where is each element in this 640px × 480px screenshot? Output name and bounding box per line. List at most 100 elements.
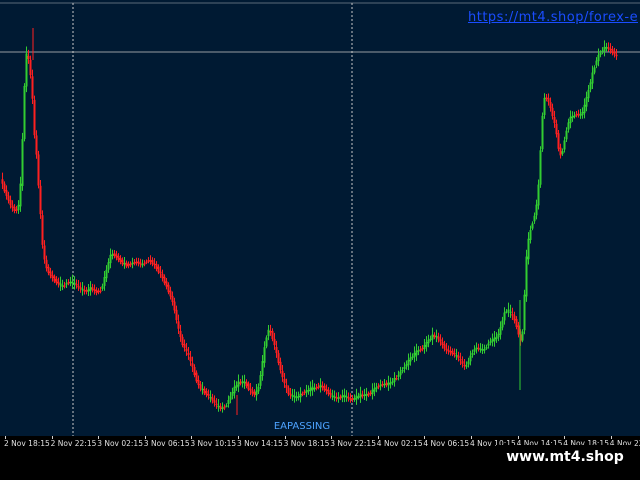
candle-body xyxy=(153,263,156,266)
candle-body xyxy=(61,285,64,287)
candle-body xyxy=(259,375,262,386)
candle-body xyxy=(193,366,196,376)
candle-body xyxy=(143,263,146,265)
candle-body xyxy=(553,116,556,124)
candle-body xyxy=(469,355,472,362)
time-axis-label: 4 Nov 06:15 xyxy=(423,439,470,448)
candle-body xyxy=(319,384,322,388)
candle-body xyxy=(507,309,510,312)
candle-body xyxy=(511,314,514,316)
candle-body xyxy=(607,47,610,49)
candle-body xyxy=(273,338,276,346)
candle-body xyxy=(499,327,502,335)
candle-body xyxy=(375,387,378,389)
candle-body xyxy=(465,365,468,367)
candle-body xyxy=(301,393,304,396)
candle-body xyxy=(223,406,226,409)
candle-body xyxy=(139,262,142,265)
candle-body xyxy=(117,256,120,260)
candle-body xyxy=(611,49,614,53)
candle-body xyxy=(5,190,8,196)
candle-body xyxy=(67,282,70,284)
candle-body xyxy=(87,289,90,292)
candle-body xyxy=(227,400,230,404)
candle-body xyxy=(97,290,100,293)
candle-body xyxy=(237,381,240,387)
candle-body xyxy=(599,53,602,55)
candle-body xyxy=(317,386,320,388)
candle-body xyxy=(475,347,478,350)
candle-body xyxy=(331,395,334,397)
candle-body xyxy=(291,394,294,397)
candle-body xyxy=(459,359,462,361)
candle-body xyxy=(199,384,202,389)
candle-body xyxy=(27,55,30,60)
candle-body xyxy=(589,82,592,90)
candle-body xyxy=(411,356,414,359)
candle-body xyxy=(123,263,126,265)
candle-body xyxy=(403,366,406,370)
candle-body xyxy=(91,287,94,290)
candle-body xyxy=(279,361,282,371)
candle-body xyxy=(439,339,442,342)
candle-body xyxy=(221,407,224,410)
candle-body xyxy=(41,215,44,245)
candle-body xyxy=(215,403,218,406)
candle-body xyxy=(571,115,574,119)
candle-body xyxy=(497,333,500,338)
candle-body xyxy=(145,261,148,264)
candle-body xyxy=(397,375,400,377)
candle-body xyxy=(243,381,246,384)
candle-body xyxy=(365,394,368,396)
candle-body xyxy=(367,393,370,396)
candle-body xyxy=(3,183,6,192)
candle-body xyxy=(529,230,532,240)
candle-body xyxy=(197,379,200,386)
candle-body xyxy=(73,282,76,285)
candle-body xyxy=(187,352,190,356)
candle-body xyxy=(81,288,84,291)
candle-body xyxy=(251,390,254,394)
candle-body xyxy=(343,394,346,398)
candle-body xyxy=(563,140,566,150)
candle-body xyxy=(297,396,300,398)
candle-body xyxy=(421,348,424,350)
candle-body xyxy=(99,290,102,292)
candle-body xyxy=(483,349,486,351)
candle-body xyxy=(493,337,496,342)
candle-body xyxy=(249,388,252,391)
candle-body xyxy=(323,385,326,391)
candle-body xyxy=(601,50,604,53)
time-axis-label: 3 Nov 10:15 xyxy=(190,439,237,448)
candle-body xyxy=(37,154,40,186)
candle-body xyxy=(615,54,618,57)
candle-body xyxy=(255,390,258,396)
candle-body xyxy=(591,72,594,84)
candle-body xyxy=(573,115,576,117)
candle-body xyxy=(181,336,184,346)
candle-body xyxy=(381,384,384,386)
candle-body xyxy=(425,342,428,347)
candle-body xyxy=(119,258,122,262)
candlestick-chart[interactable] xyxy=(0,0,640,436)
candle-body xyxy=(31,76,34,99)
candle-body xyxy=(211,397,214,401)
candle-body xyxy=(315,387,318,389)
candle-body xyxy=(247,383,250,390)
candle-body xyxy=(379,384,382,387)
candle-body xyxy=(587,89,590,99)
candle-body xyxy=(413,352,416,358)
candle-body xyxy=(147,260,150,262)
candle-body xyxy=(345,396,348,398)
candle-body xyxy=(339,396,342,399)
candle-body xyxy=(239,382,242,384)
candle-body xyxy=(225,405,228,407)
candle-body xyxy=(23,85,26,140)
time-axis-label: 4 Nov 02:15 xyxy=(376,439,423,448)
candle-body xyxy=(393,378,396,382)
price-chart-area[interactable]: https://mt4.shop/forex-ea/ EAPASSING xyxy=(0,0,640,436)
candle-body xyxy=(233,386,236,394)
candle-body xyxy=(513,315,516,321)
candle-body xyxy=(557,133,560,149)
candle-body xyxy=(303,391,306,394)
